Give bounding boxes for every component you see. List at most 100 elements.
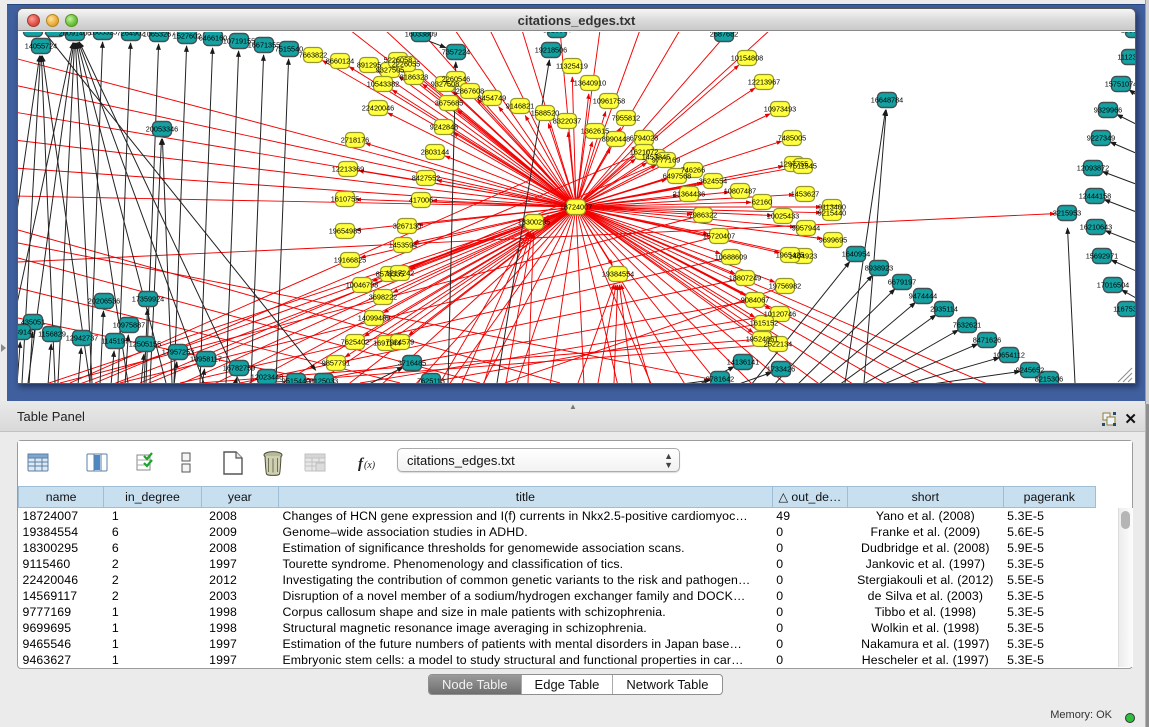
svg-text:8660124: 8660124 (326, 57, 354, 66)
svg-text:7986322: 7986322 (689, 211, 717, 220)
svg-text:10025433: 10025433 (767, 212, 799, 221)
svg-text:8215306: 8215306 (1035, 375, 1063, 383)
svg-text:9857791: 9857791 (322, 359, 350, 368)
svg-text:1527602: 1527602 (173, 32, 201, 41)
svg-text:8938923: 8938923 (865, 264, 893, 273)
svg-text:8322037: 8322037 (553, 117, 581, 126)
svg-text:2226055: 2226055 (392, 60, 420, 69)
svg-text:(x): (x) (364, 460, 376, 471)
svg-text:8990448: 8990448 (602, 135, 630, 144)
svg-text:3215953: 3215953 (1053, 209, 1081, 218)
svg-text:16033809: 16033809 (405, 32, 437, 39)
svg-text:7357224: 7357224 (442, 48, 470, 57)
svg-text:22420046: 22420046 (362, 104, 394, 113)
svg-text:1167533: 1167533 (1113, 305, 1135, 314)
svg-text:12505155: 12505155 (129, 340, 161, 349)
svg-text:1733426: 1733426 (767, 365, 795, 374)
svg-text:3675685: 3675685 (435, 99, 463, 108)
svg-text:7625402: 7625402 (341, 338, 369, 347)
svg-text:435051: 435051 (21, 318, 45, 327)
svg-text:9957944: 9957944 (792, 224, 820, 233)
svg-text:13640910: 13640910 (574, 79, 606, 88)
svg-text:2687682: 2687682 (710, 32, 738, 39)
svg-text:8427552: 8427552 (412, 174, 440, 183)
svg-text:19384554: 19384554 (602, 270, 634, 279)
svg-text:2639149: 2639149 (18, 328, 35, 337)
svg-text:19166825: 19166825 (334, 256, 366, 265)
svg-text:9781642: 9781642 (706, 375, 734, 383)
svg-text:6794028: 6794028 (630, 134, 658, 143)
svg-text:2718176: 2718176 (341, 136, 369, 145)
svg-text:1865325: 1865325 (89, 32, 117, 37)
svg-text:8186328: 8186328 (400, 73, 428, 82)
svg-text:1217242: 1217242 (386, 269, 414, 278)
svg-text:12213967: 12213967 (748, 78, 780, 87)
svg-text:15720407: 15720407 (703, 232, 735, 241)
svg-text:10973493: 10973493 (764, 105, 796, 114)
svg-text:19756982: 19756982 (769, 282, 801, 291)
svg-text:10688609: 10688609 (715, 253, 747, 262)
svg-text:9699695: 9699695 (819, 236, 847, 245)
svg-text:18807249: 18807249 (729, 274, 761, 283)
svg-text:18724007: 18724007 (560, 203, 592, 212)
svg-text:8454749: 8454749 (478, 94, 506, 103)
svg-text:9515440: 9515440 (282, 377, 310, 383)
svg-text:1093815: 1093815 (1121, 32, 1135, 35)
svg-text:3716485: 3716485 (398, 359, 426, 368)
svg-text:7924579: 7924579 (386, 338, 414, 347)
svg-text:7625113: 7625113 (417, 377, 445, 383)
svg-text:16782759: 16782759 (223, 364, 255, 373)
svg-text:7632621: 7632621 (953, 321, 981, 330)
svg-text:9084067: 9084067 (741, 296, 769, 305)
svg-text:12213369: 12213369 (332, 165, 364, 174)
svg-text:10654112: 10654112 (993, 351, 1025, 360)
svg-text:2935114: 2935114 (930, 305, 958, 314)
svg-text:9215440: 9215440 (818, 209, 846, 218)
svg-text:14055724: 14055724 (25, 42, 57, 51)
svg-text:16648784: 16648784 (871, 96, 903, 105)
svg-text:17359924: 17359924 (132, 295, 164, 304)
svg-text:19218506: 19218506 (535, 46, 567, 55)
svg-text:7955812: 7955812 (612, 114, 640, 123)
svg-text:14136141: 14136141 (727, 358, 759, 367)
svg-text:18300295: 18300295 (518, 218, 550, 227)
svg-text:10120746: 10120746 (764, 310, 796, 319)
svg-text:1640954: 1640954 (842, 250, 870, 259)
svg-text:16210643: 16210643 (1080, 223, 1112, 232)
svg-text:9242848: 9242848 (430, 123, 458, 132)
svg-text:10154808: 10154808 (731, 54, 763, 63)
svg-text:19654985: 19654985 (329, 227, 361, 236)
svg-text:8813054: 8813054 (543, 32, 571, 35)
svg-text:15751074: 15751074 (1105, 80, 1135, 89)
svg-text:12023448: 12023448 (251, 373, 283, 382)
svg-text:1965425: 1965425 (776, 251, 804, 260)
svg-text:1453627: 1453627 (791, 190, 819, 199)
svg-text:1610755: 1610755 (331, 195, 359, 204)
svg-text:12093872: 12093872 (1077, 164, 1109, 173)
svg-text:7485005: 7485005 (778, 134, 806, 143)
svg-text:9329966: 9329966 (1094, 106, 1122, 115)
svg-text:10807487: 10807487 (724, 187, 756, 196)
svg-text:7663822: 7663822 (299, 51, 327, 60)
svg-text:9777169: 9777169 (652, 156, 680, 165)
svg-text:8471626: 8471626 (973, 336, 1001, 345)
svg-text:10975887: 10975887 (113, 321, 145, 330)
svg-text:9227349: 9227349 (1087, 134, 1115, 143)
svg-text:1156829: 1156829 (38, 330, 66, 339)
svg-text:7511545: 7511545 (789, 162, 817, 171)
svg-text:62160: 62160 (752, 198, 772, 207)
svg-text:11325419: 11325419 (556, 62, 588, 71)
svg-text:2260546: 2260546 (442, 75, 470, 84)
svg-text:17016504: 17016504 (1097, 281, 1129, 290)
svg-text:10046798: 10046798 (346, 281, 378, 290)
svg-text:8125033: 8125033 (310, 377, 338, 383)
svg-text:12942737: 12942737 (66, 334, 98, 343)
svg-text:1112304: 1112304 (1117, 53, 1135, 62)
svg-text:20053346: 20053346 (146, 125, 178, 134)
svg-text:6679197: 6679197 (888, 278, 916, 287)
svg-text:12444158: 12444158 (1079, 192, 1111, 201)
svg-text:7264902: 7264902 (117, 32, 145, 38)
svg-text:3267130: 3267130 (393, 222, 421, 231)
svg-text:3624554: 3624554 (699, 177, 727, 186)
svg-text:2522134: 2522134 (764, 340, 792, 349)
